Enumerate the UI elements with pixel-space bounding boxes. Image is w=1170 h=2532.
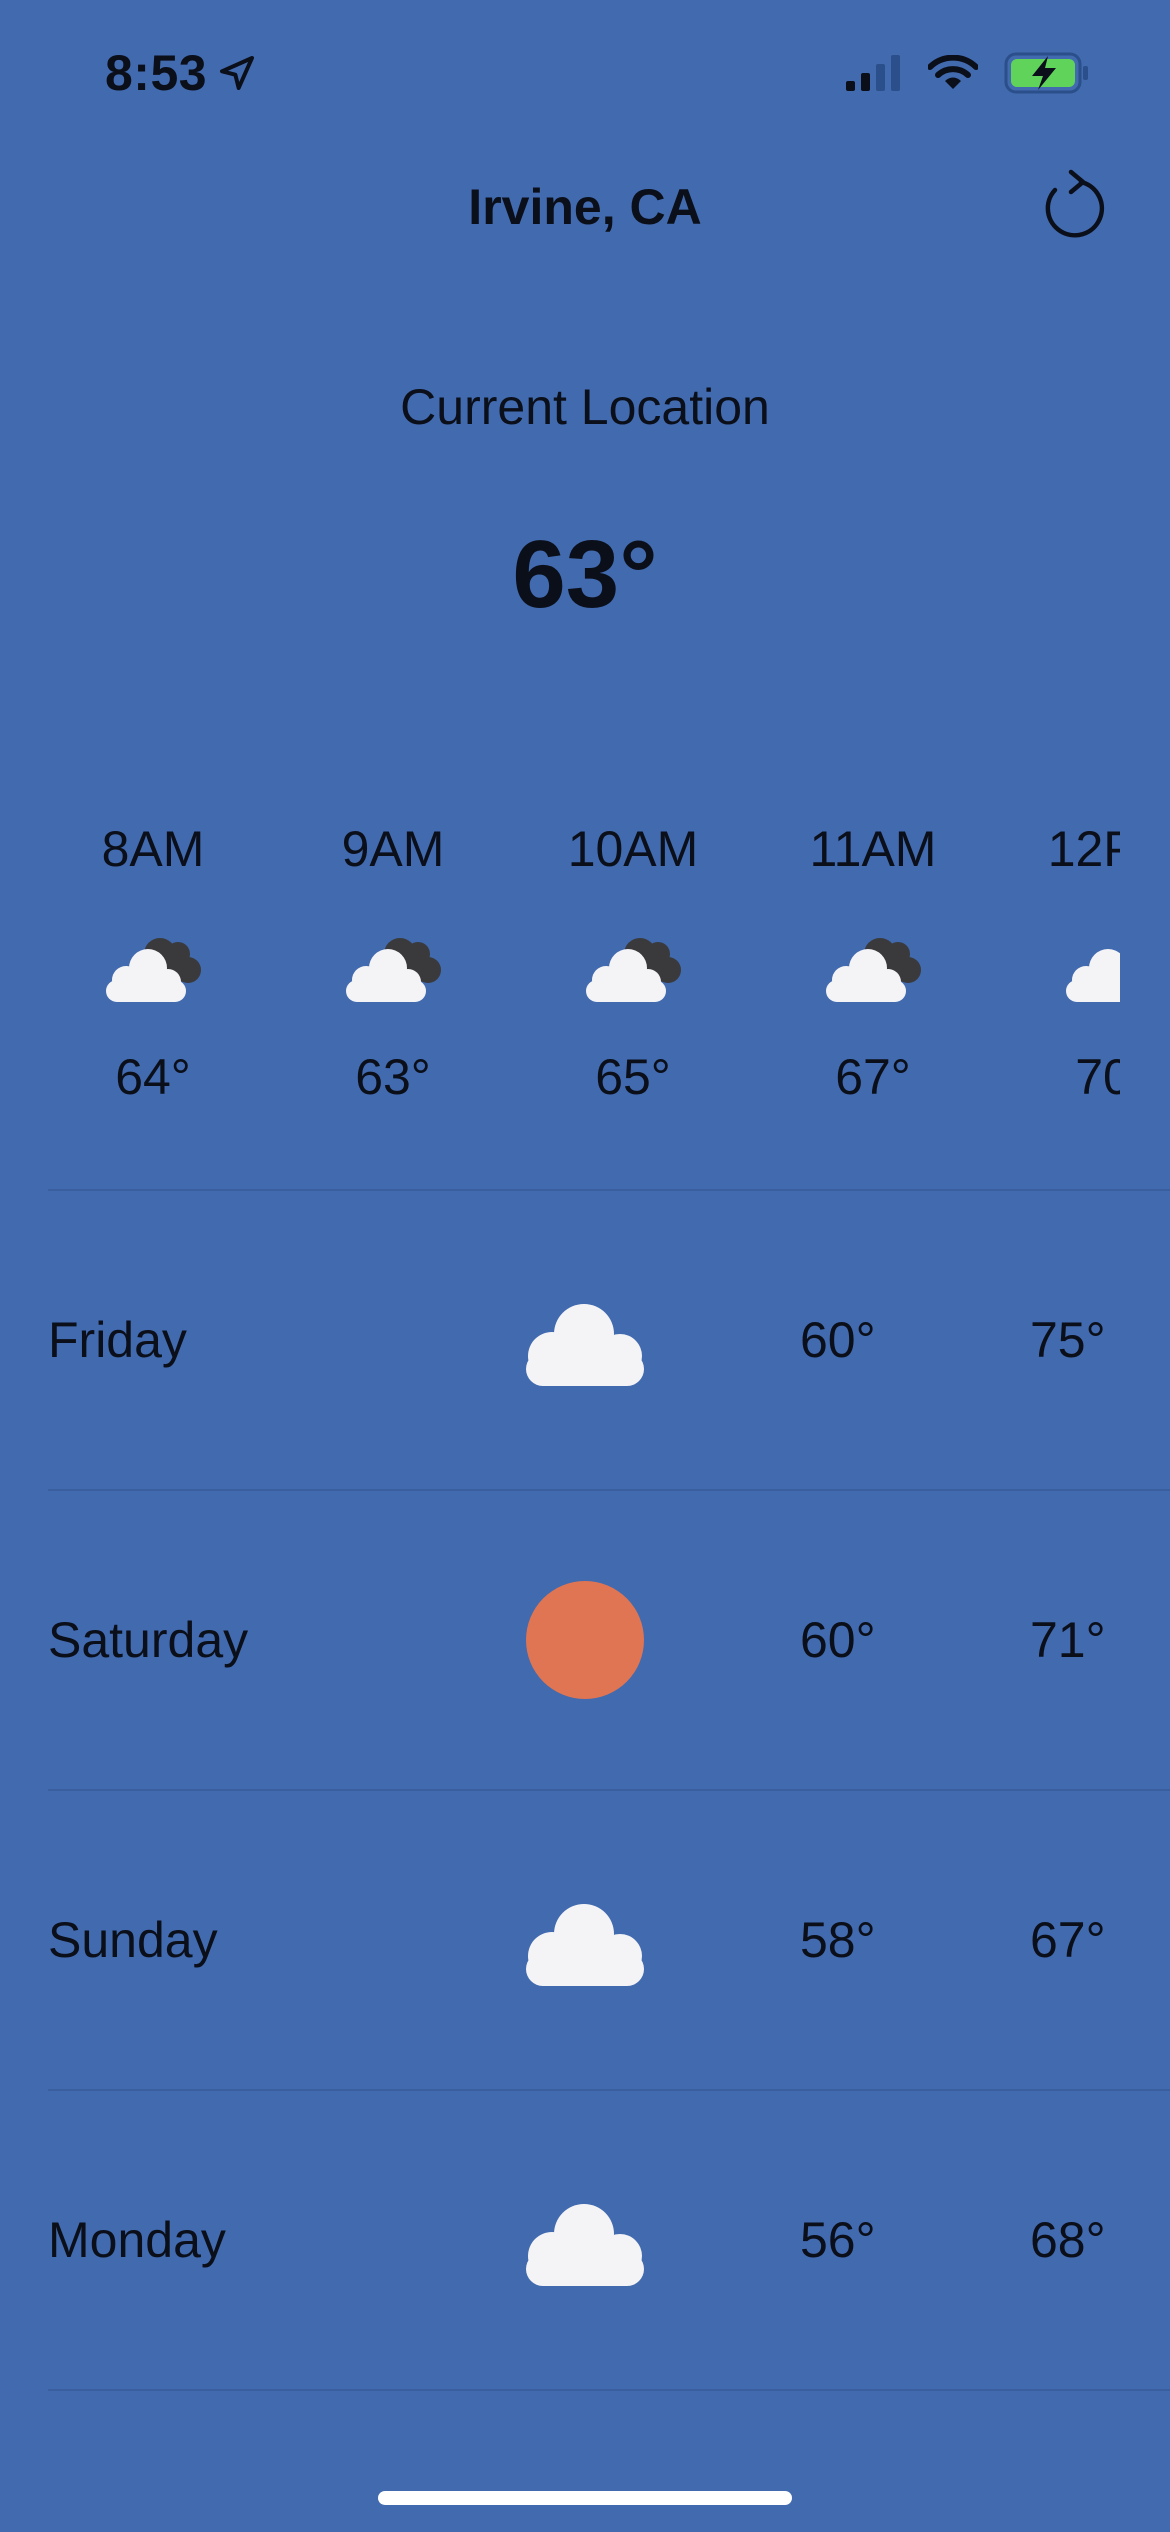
day-low-temp: 60° [800, 1612, 876, 1668]
cloud-icon [526, 2204, 644, 2286]
day-name: Monday [48, 2212, 226, 2268]
day-name: Saturday [48, 1612, 249, 1668]
hour-item: 9AM 63° [293, 820, 493, 1120]
location-label: Current Location [400, 379, 770, 435]
cloud-night-icon [586, 938, 681, 1002]
hourly-forecast[interactable]: 8AM 64° 9AM 63° 10AM 65° 11AM 67° 12PM [0, 820, 1120, 1120]
hour-item: 11AM 67° [773, 820, 973, 1120]
hour-time: 9AM [341, 821, 445, 877]
hour-item: 12PM 70° [1013, 820, 1120, 1120]
hour-item: 8AM 64° [53, 820, 253, 1120]
hour-item: 10AM 65° [533, 820, 733, 1120]
daily-row[interactable]: Sunday 58° 67° [0, 1791, 1170, 2089]
hour-time: 10AM [567, 821, 699, 877]
hour-temp: 65° [595, 1049, 671, 1105]
hour-time: 12PM [1047, 821, 1120, 877]
current-temperature: 63° [512, 521, 658, 628]
cloud-icon [526, 1304, 644, 1386]
day-high-temp: 68° [1030, 2212, 1106, 2268]
day-high-temp: 71° [1030, 1612, 1106, 1668]
cloud-night-icon [106, 938, 201, 1002]
city-title: Irvine, CA [468, 179, 702, 235]
battery-charging-icon [1004, 52, 1088, 94]
day-name: Friday [48, 1312, 187, 1368]
divider [48, 2389, 1170, 2391]
day-low-temp: 56° [800, 2212, 876, 2268]
hour-temp: 64° [115, 1049, 191, 1105]
hour-temp: 70° [1075, 1049, 1120, 1105]
daily-row[interactable]: Friday 60° 75° [0, 1191, 1170, 1489]
refresh-icon [1045, 169, 1105, 238]
sun-icon [526, 1581, 644, 1699]
wifi-icon [928, 55, 978, 89]
daily-row[interactable]: Monday 56° 68° [0, 2091, 1170, 2389]
cellular-signal-icon [846, 55, 900, 91]
home-indicator[interactable] [378, 2491, 792, 2505]
cloud-night-icon [826, 938, 921, 1002]
daily-row[interactable]: Saturday 60° 71° [0, 1491, 1170, 1789]
cloud-night-icon [346, 938, 441, 1002]
status-icons [846, 52, 1090, 94]
hour-time: 8AM [101, 821, 205, 877]
day-high-temp: 67° [1030, 1912, 1106, 1968]
hour-time: 11AM [809, 821, 937, 877]
day-name: Sunday [48, 1912, 218, 1968]
day-low-temp: 60° [800, 1312, 876, 1368]
status-time-label: 8:53 [105, 45, 208, 101]
hour-temp: 63° [355, 1049, 431, 1105]
cloud-icon [1066, 949, 1120, 1002]
status-time: 8:53 [105, 44, 257, 102]
day-low-temp: 58° [800, 1912, 876, 1968]
hour-temp: 67° [835, 1049, 911, 1105]
day-high-temp: 75° [1030, 1312, 1106, 1368]
cloud-icon [526, 1904, 644, 1986]
location-arrow-icon [220, 56, 255, 90]
refresh-button[interactable] [1038, 166, 1108, 242]
